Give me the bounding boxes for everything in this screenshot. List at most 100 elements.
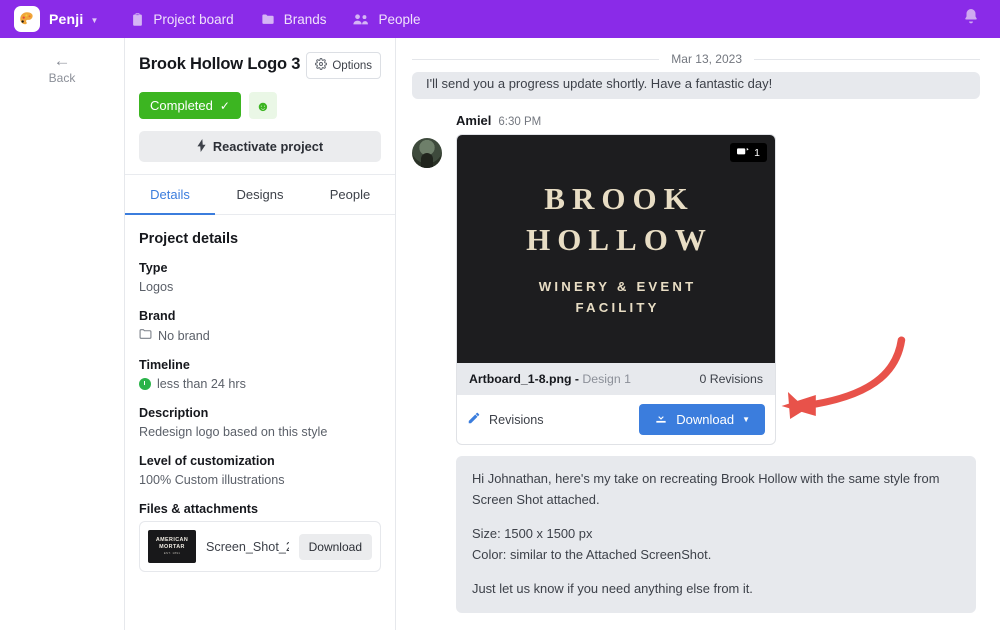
check-icon: ✓	[219, 98, 230, 113]
thumb-line-2: MORTAR	[159, 543, 185, 550]
back-button[interactable]: ← Back	[34, 51, 90, 86]
chevron-down-icon: ▼	[742, 415, 750, 424]
image-count-label: 1	[754, 146, 760, 159]
message-paragraph-1: Hi Johnathan, here's my take on recreati…	[472, 471, 940, 507]
status-label: Completed	[150, 98, 213, 113]
options-label: Options	[332, 59, 372, 72]
nav-label: Project board	[153, 11, 234, 27]
bell-icon[interactable]	[962, 8, 980, 31]
design-number: Design 1	[582, 372, 631, 386]
chevron-down-icon[interactable]: ▼	[90, 16, 98, 25]
bolt-icon	[197, 138, 206, 155]
panel-header: Brook Hollow Logo 3 Options Completed ✓	[125, 38, 395, 175]
smiley-icon[interactable]: ☻	[248, 92, 277, 119]
logo-line-1: BROOK	[544, 181, 695, 217]
revisions-label: Revisions	[489, 412, 544, 427]
design-card: 1 BROOK HOLLOW WINERY & EVENT FACILITY A…	[456, 134, 776, 445]
nav-item-people[interactable]: People	[352, 11, 421, 27]
field-customization: Level of customization 100% Custom illus…	[139, 454, 381, 487]
tab-details[interactable]: Details	[125, 175, 215, 215]
timeline-value: less than 24 hrs	[157, 377, 246, 391]
title-row: Brook Hollow Logo 3 Options	[139, 52, 381, 79]
design-meta-bar: Artboard_1-8.png - Design 1 0 Revisions	[457, 363, 775, 395]
message-paragraph-3: Just let us know if you need anything el…	[472, 580, 753, 596]
revisions-count: 0 Revisions	[699, 372, 763, 386]
field-value: 100% Custom illustrations	[139, 473, 285, 487]
filename-text: Artboard_1-8.png -	[469, 372, 579, 386]
image-count-badge: 1	[730, 143, 767, 162]
nav-label: Brands	[283, 11, 327, 27]
field-label: Type	[139, 261, 168, 275]
attachment-filename: Screen_Shot_2...	[206, 539, 289, 554]
message-header: Amiel 6:30 PM	[412, 113, 980, 128]
avatar	[412, 138, 442, 168]
folder-icon	[260, 12, 276, 27]
field-type: Type Logos	[139, 261, 381, 294]
top-navigation-bar: Penji ▼ Project board Brands People	[0, 0, 1000, 38]
clipboard-icon	[130, 12, 145, 27]
logo-sub-line-2: FACILITY	[575, 300, 660, 316]
nav-item-project-board[interactable]: Project board	[130, 11, 234, 27]
field-value: Logos	[139, 280, 174, 294]
divider-line-left	[412, 58, 660, 60]
panel-tabs: Details Designs People	[125, 175, 395, 215]
field-label: Level of customization	[139, 454, 275, 468]
download-icon	[654, 411, 668, 428]
message-timestamp: 6:30 PM	[498, 116, 542, 128]
palette-icon[interactable]	[14, 6, 40, 32]
tab-people[interactable]: People	[305, 175, 395, 215]
date-separator: Mar 13, 2023	[412, 38, 980, 66]
status-badge[interactable]: Completed ✓	[139, 92, 241, 119]
field-label: Description	[139, 406, 209, 420]
back-rail: ← Back	[0, 38, 124, 630]
back-label: Back	[48, 71, 76, 85]
panel-body: Project details Type Logos Brand No bran…	[125, 215, 395, 572]
thumb-line-1: AMERICAN	[155, 536, 189, 543]
reactivate-project-button[interactable]: Reactivate project	[139, 131, 381, 162]
design-preview-image[interactable]: 1 BROOK HOLLOW WINERY & EVENT FACILITY	[457, 135, 775, 363]
project-details-panel: Brook Hollow Logo 3 Options Completed ✓	[124, 38, 396, 630]
field-description: Description Redesign logo based on this …	[139, 406, 381, 439]
tab-designs[interactable]: Designs	[215, 175, 305, 215]
message-paragraph-2-line-1: Size: 1500 x 1500 px	[472, 525, 593, 541]
brand-value: No brand	[158, 328, 210, 343]
field-value-row: less than 24 hrs	[139, 377, 381, 391]
thumb-line-3: EST. 1891	[163, 551, 181, 556]
field-files: Files & attachments AMERICAN MORTAR EST.…	[139, 502, 381, 572]
gear-icon	[315, 58, 328, 73]
message-paragraph-2-line-2: Color: similar to the Attached ScreenSho…	[472, 546, 712, 562]
nav-label: People	[378, 11, 421, 27]
logo-line-2: HOLLOW	[526, 222, 713, 258]
date-separator-label: Mar 13, 2023	[671, 52, 742, 66]
field-brand: Brand No brand	[139, 309, 381, 343]
nav-items: Project board Brands People	[130, 12, 446, 27]
revisions-button[interactable]: Revisions	[467, 411, 544, 428]
conversation-panel: Mar 13, 2023 I'll send you a progress up…	[396, 38, 1000, 630]
pencil-icon	[467, 411, 481, 428]
field-timeline: Timeline less than 24 hrs	[139, 358, 381, 391]
download-button[interactable]: Download ▼	[639, 404, 765, 435]
images-icon	[737, 146, 749, 159]
design-filename: Artboard_1-8.png - Design 1	[469, 372, 631, 386]
logo-sub-line-1: WINERY & EVENT	[538, 279, 697, 295]
page-title: Brook Hollow Logo 3	[139, 55, 301, 73]
page-body: ← Back Brook Hollow Logo 3 Options Compl…	[0, 38, 1000, 630]
arrow-left-icon: ←	[53, 51, 71, 70]
divider-line-right	[754, 58, 980, 60]
attachment-download-button[interactable]: Download	[298, 533, 372, 560]
message-author: Amiel	[456, 113, 492, 128]
nav-item-brands[interactable]: Brands	[260, 11, 327, 27]
field-label: Brand	[139, 309, 176, 323]
files-label: Files & attachments	[139, 502, 258, 516]
brand-name[interactable]: Penji	[49, 11, 83, 27]
people-icon	[352, 12, 370, 27]
section-title: Project details	[139, 231, 239, 247]
attachment-row: AMERICAN MORTAR EST. 1891 Screen_Shot_2.…	[139, 521, 381, 572]
clock-icon	[139, 378, 151, 390]
field-label: Timeline	[139, 358, 190, 372]
options-button[interactable]: Options	[306, 52, 381, 79]
previous-message-bubble: I'll send you a progress update shortly.…	[412, 72, 980, 99]
message-text-bubble: Hi Johnathan, here's my take on recreati…	[456, 456, 976, 613]
folder-icon	[139, 328, 152, 343]
